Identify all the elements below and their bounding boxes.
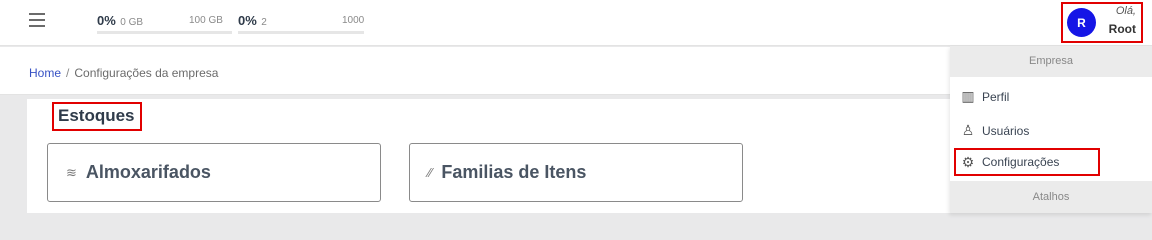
users-percent: 0%: [238, 13, 257, 28]
menu-item-label: Usuários: [982, 123, 1030, 138]
menu-shortcuts-header: Atalhos: [950, 181, 1152, 213]
gear-icon: ⚙: [961, 153, 975, 170]
user-greeting: Olá,: [1115, 5, 1136, 17]
storage-bar: [97, 31, 232, 34]
storage-percent: 0%: [97, 13, 116, 28]
top-navbar: 0% 0 GB 100 GB 0% 2 1000 R Olá, Root: [0, 0, 1152, 46]
card-label: Familias de Itens: [441, 162, 587, 182]
menu-toggle-icon[interactable]: [29, 13, 45, 27]
menu-item-label: Configurações: [982, 155, 1060, 169]
card-familias-de-itens[interactable]: ⁄⁄ Familias de Itens: [409, 143, 743, 202]
layers-icon: ≋: [66, 164, 77, 180]
menu-item-label: Perfil: [982, 89, 1010, 104]
storage-used: 0 GB: [120, 17, 144, 28]
settings-panel: Estoques ≋ Almoxarifados ⁄⁄ Familias de …: [27, 99, 950, 213]
storage-max: 100 GB: [189, 15, 223, 26]
card-almoxarifados[interactable]: ≋ Almoxarifados: [47, 143, 381, 202]
card-label: Almoxarifados: [85, 162, 211, 182]
user-name: Root: [1108, 22, 1136, 36]
menu-item-usuarios[interactable]: ♙ Usuários: [950, 118, 1152, 143]
breadcrumb: Home / Configurações da empresa: [0, 47, 950, 95]
user-menu-button[interactable]: R Olá, Root: [1061, 2, 1143, 43]
menu-section-header: Empresa: [950, 46, 1152, 77]
wand-icon: ⁄⁄: [428, 165, 433, 180]
menu-item-configuracoes[interactable]: ⚙ Configurações: [954, 148, 1100, 176]
breadcrumb-separator: /: [66, 66, 70, 80]
users-bar: [238, 31, 364, 34]
users-max: 1000: [342, 15, 365, 26]
users-used: 2: [261, 17, 267, 28]
breadcrumb-home-link[interactable]: Home: [29, 66, 61, 80]
menu-item-perfil[interactable]: ▥ Perfil: [950, 84, 1152, 109]
breadcrumb-current: Configurações da empresa: [74, 66, 219, 80]
storage-meter: 0% 0 GB 100 GB: [97, 12, 232, 34]
user-dropdown-menu: Empresa ▥ Perfil ♙ Usuários ⚙ Configuraç…: [950, 46, 1152, 213]
main-content: Estoques ≋ Almoxarifados ⁄⁄ Familias de …: [0, 96, 950, 213]
chart-icon: ▥: [961, 88, 975, 104]
user-icon: ♙: [961, 122, 975, 138]
section-title: Estoques: [52, 102, 142, 131]
users-meter: 0% 2 1000: [238, 12, 365, 34]
avatar: R: [1067, 8, 1096, 37]
